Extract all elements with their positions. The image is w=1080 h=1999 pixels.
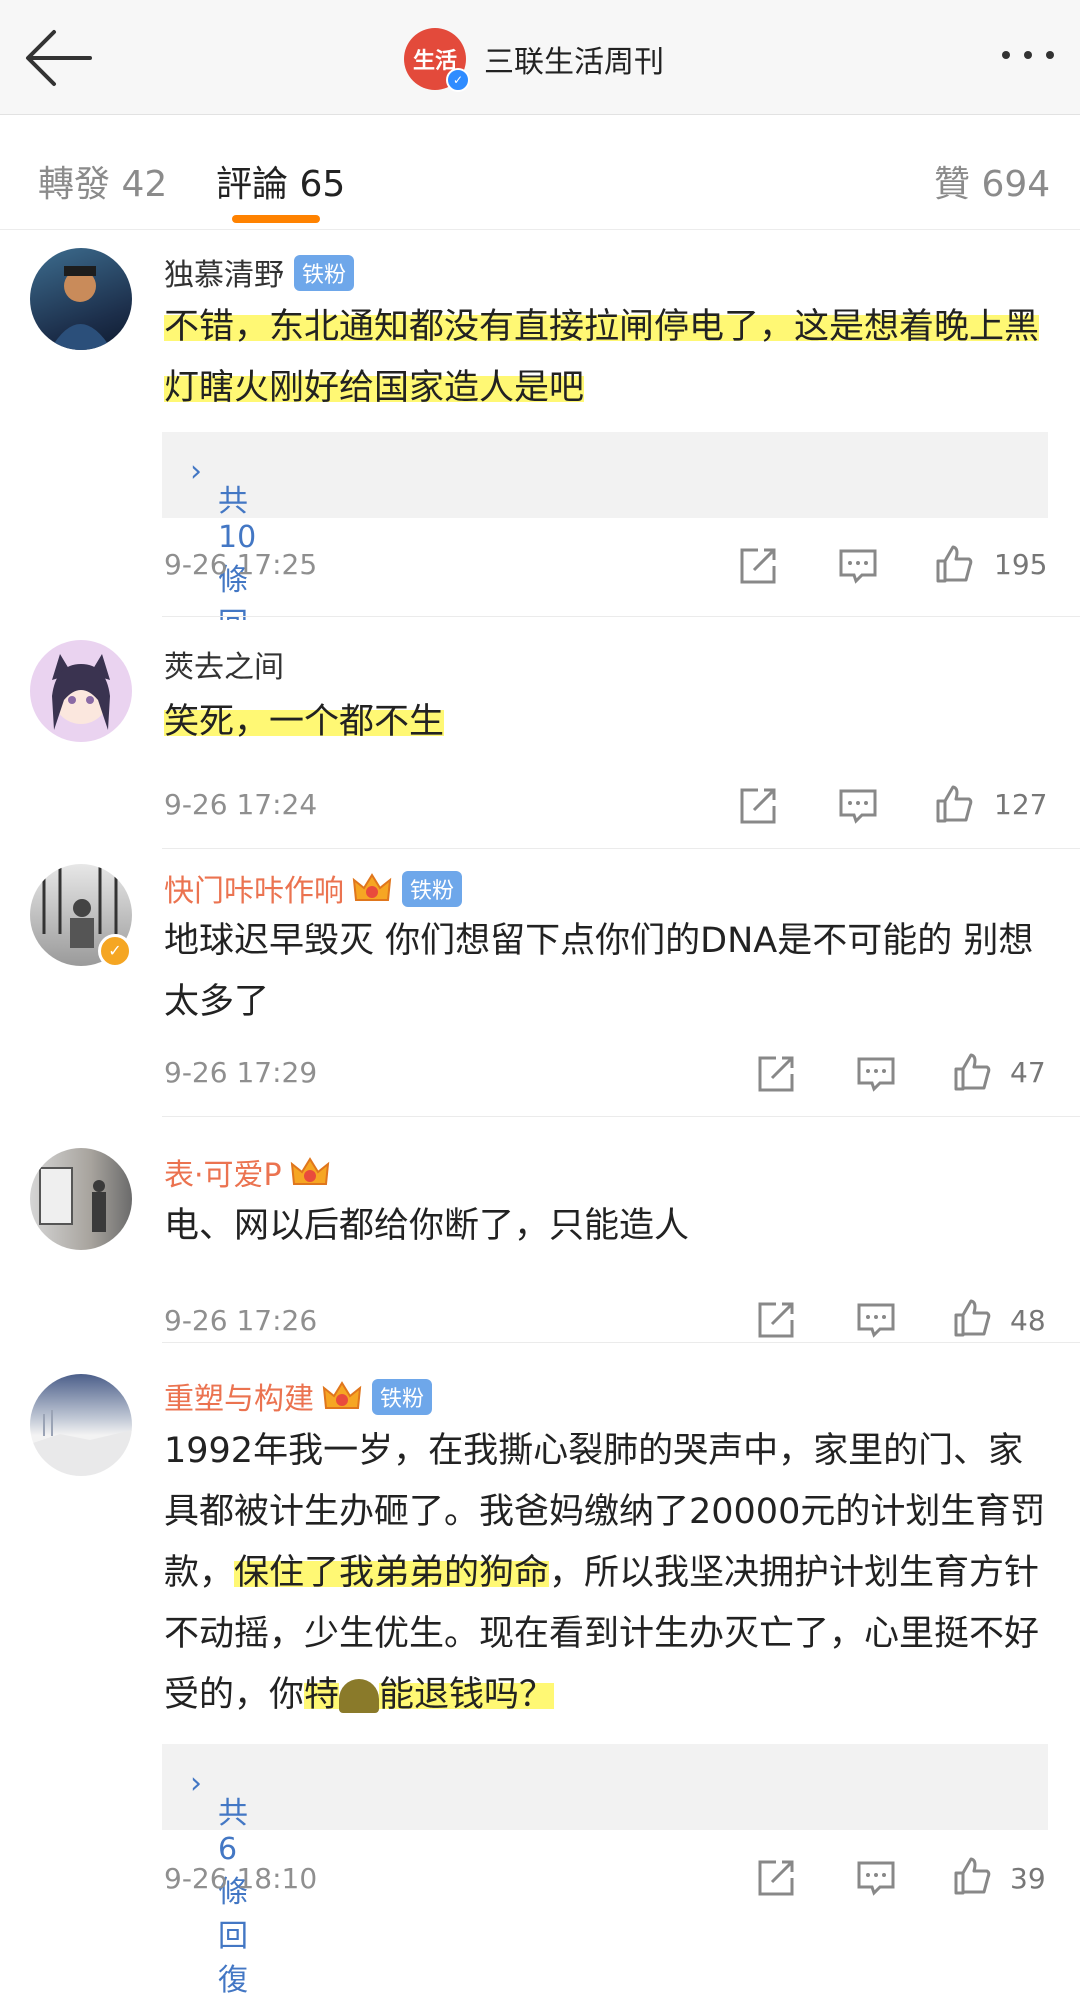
top-bar: 生活 ✓ 三联生活周刊 — [0, 0, 1080, 115]
comment-item: 重塑与构建 铁粉 1992年我一岁，在我撕心裂肺的哭声中，家里的门、家具都被计生办… — [0, 1344, 1080, 1998]
fan-badge: 铁粉 — [402, 870, 463, 907]
share-icon[interactable] — [756, 1054, 796, 1094]
divider — [162, 1342, 1080, 1343]
divider — [162, 616, 1080, 617]
comment-icon[interactable] — [856, 1858, 896, 1898]
comment-time: 9-26 17:29 — [164, 1056, 318, 1089]
account-header[interactable]: 生活 ✓ 三联生活周刊 — [404, 28, 664, 92]
comment-item: 莢去之间 笑死，一个都不生 9-26 17:24 127 — [0, 620, 1080, 850]
username[interactable]: 独慕清野 铁粉 — [164, 250, 355, 295]
fan-badge: 铁粉 — [294, 254, 355, 291]
like-count: 195 — [994, 548, 1048, 581]
comment-time: 9-26 17:24 — [164, 788, 318, 821]
username[interactable]: 表·可爱P — [164, 1150, 330, 1194]
comment-text: 不错，东北通知都没有直接拉闸停电了，这是想着晚上黑灯瞎火刚好给国家造人是吧 — [164, 307, 1040, 408]
username[interactable]: 快门咔咔作响 铁粉 — [164, 866, 463, 911]
account-name[interactable]: 三联生活周刊 — [484, 37, 664, 81]
comment-icon[interactable] — [856, 1054, 896, 1094]
avatar[interactable] — [30, 640, 132, 742]
comment-text: 1992年我一岁，在我撕心裂肺的哭声中，家里的门、家具都被计生办砸了。我爸妈缴纳… — [164, 1431, 1046, 1715]
comment-item: ✓ 快门咔咔作响 铁粉 地球迟早毁灭 你们想留下点你们的DNA是不可能的 别想太多… — [0, 850, 1080, 1118]
vip-crown-icon — [352, 872, 392, 901]
back-arrow-icon[interactable] — [24, 28, 92, 88]
verified-badge-icon: ✓ — [98, 934, 132, 968]
avatar[interactable] — [30, 1148, 132, 1250]
like-icon[interactable] — [952, 1856, 992, 1896]
share-icon[interactable] — [738, 546, 778, 586]
share-icon[interactable] — [756, 1300, 796, 1340]
tab-reposts[interactable]: 轉發 42 — [38, 155, 167, 207]
tab-likes[interactable]: 贊 694 — [934, 155, 1050, 207]
avatar[interactable] — [30, 248, 132, 350]
share-icon[interactable] — [756, 1858, 796, 1898]
comment-item: 独慕清野 铁粉 不错，东北通知都没有直接拉闸停电了，这是想着晚上黑灯瞎火刚好给国家… — [0, 230, 1080, 686]
comment-icon[interactable] — [838, 546, 878, 586]
comment-text: 地球迟早毁灭 你们想留下点你们的DNA是不可能的 别想太多了 — [164, 921, 1034, 1022]
like-count: 48 — [1010, 1304, 1046, 1337]
like-icon[interactable] — [934, 784, 974, 824]
like-icon[interactable] — [952, 1298, 992, 1338]
censored-sticker — [339, 1679, 380, 1713]
tab-bar: 轉發 42 評論 65 贊 694 — [0, 115, 1080, 230]
comment-text: 笑死，一个都不生 — [164, 702, 445, 742]
view-replies-button[interactable]: 共10條回復 › — [162, 432, 1048, 686]
divider — [162, 848, 1080, 849]
like-count: 39 — [1010, 1862, 1046, 1895]
comment-item: 表·可爱P 电、网以后都给你断了，只能造人 9-26 17:26 48 — [0, 1118, 1080, 1344]
active-tab-indicator — [232, 215, 320, 223]
username[interactable]: 莢去之间 — [164, 642, 284, 686]
fan-badge: 铁粉 — [372, 1378, 433, 1415]
share-icon[interactable] — [738, 786, 778, 826]
comment-time: 9-26 18:10 — [164, 1862, 318, 1895]
tab-comments[interactable]: 評論 65 — [216, 155, 345, 207]
divider — [162, 1116, 1080, 1117]
like-icon[interactable] — [952, 1052, 992, 1092]
comment-icon[interactable] — [838, 786, 878, 826]
avatar[interactable] — [30, 1374, 132, 1476]
more-options-icon[interactable] — [992, 40, 1054, 70]
like-icon[interactable] — [934, 544, 974, 584]
comment-time: 9-26 17:26 — [164, 1304, 318, 1337]
comment-time: 9-26 17:25 — [164, 548, 318, 581]
verified-icon: ✓ — [446, 68, 470, 92]
like-count: 47 — [1010, 1056, 1046, 1089]
view-replies-button[interactable]: 共6條回復 › — [162, 1744, 1048, 1998]
account-avatar[interactable]: 生活 ✓ — [404, 28, 470, 92]
username[interactable]: 重塑与构建 铁粉 — [164, 1374, 433, 1419]
like-count: 127 — [994, 788, 1048, 821]
comment-icon[interactable] — [856, 1300, 896, 1340]
comment-text: 电、网以后都给你断了，只能造人 — [164, 1206, 690, 1246]
vip-crown-icon — [290, 1156, 329, 1185]
vip-crown-icon — [322, 1380, 362, 1409]
